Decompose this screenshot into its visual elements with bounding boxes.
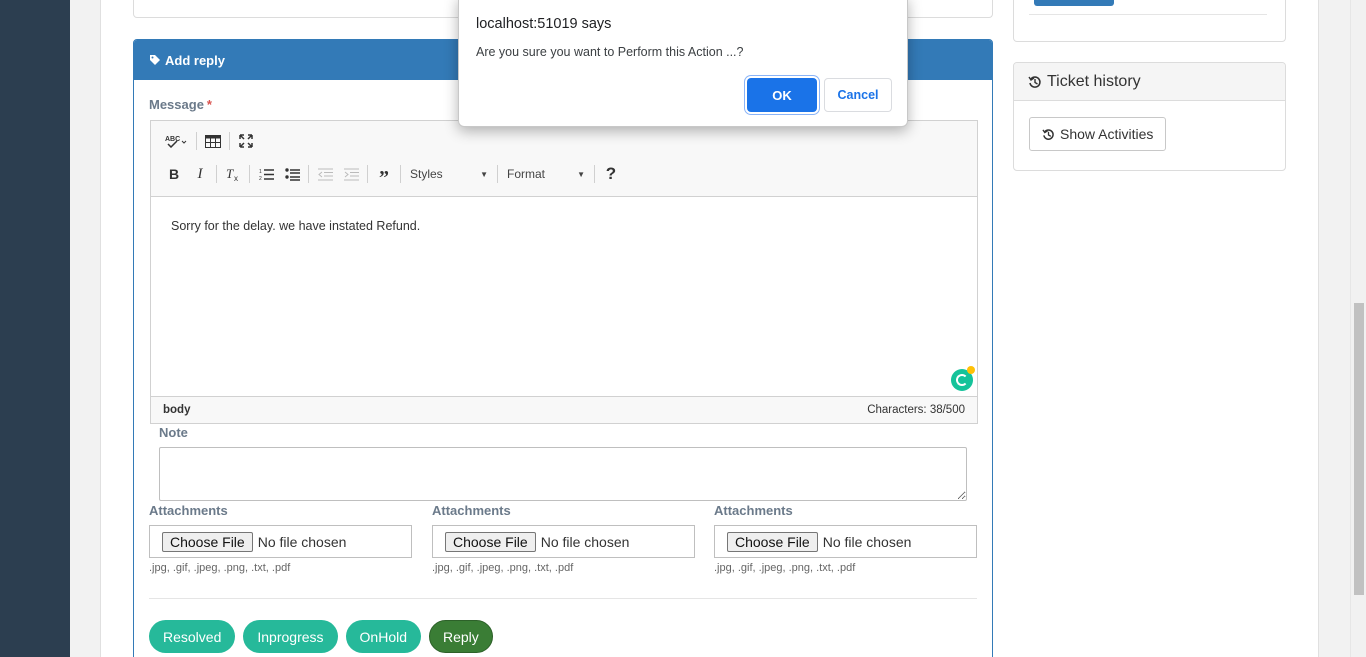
add-reply-title: Add reply [165,52,225,68]
svg-text:ABC: ABC [165,136,180,143]
left-sidebar [0,0,70,657]
table-icon[interactable] [200,129,226,153]
file-types-hint: .jpg, .gif, .jpeg, .png, .txt, .pdf [432,562,574,574]
page-scrollbar[interactable] [1350,0,1366,657]
editor-content[interactable]: Sorry for the delay. we have instated Re… [151,197,977,397]
show-activities-button[interactable]: Show Activities [1029,117,1167,151]
toolbar-separator [497,165,498,183]
attachment-field-2: Attachments Choose File No file chosen .… [432,503,695,574]
cancel-button[interactable]: Cancel [824,78,892,112]
dialog-message: Are you sure you want to Perform this Ac… [476,45,744,59]
svg-text:T: T [226,166,234,181]
message-label: Message * [149,97,212,112]
tag-icon [150,55,160,65]
required-marker: * [206,97,212,112]
chevron-down-icon: ▼ [577,169,585,179]
ticket-history-panel: Ticket history Show Activities [1013,62,1286,171]
side-panel-top [1013,0,1286,42]
svg-text:1: 1 [259,169,262,175]
editor-toolbar: ABC B I Tx 12 ” Styles ▼ Format ▼ ? [151,121,977,197]
maximize-icon[interactable] [233,129,259,153]
toolbar-row-1: ABC [161,129,259,153]
rich-text-editor: ABC B I Tx 12 ” Styles ▼ Format ▼ ? Sorr… [150,120,978,424]
ok-button[interactable]: OK [747,78,817,112]
spellcheck-icon[interactable]: ABC [161,129,193,153]
file-input[interactable]: Choose File No file chosen [432,525,695,558]
toolbar-separator [400,165,401,183]
attachment-field-3: Attachments Choose File No file chosen .… [714,503,977,574]
format-dropdown[interactable]: Format ▼ [501,162,591,186]
remove-format-icon[interactable]: Tx [220,162,246,186]
confirm-dialog: localhost:51019 says Are you sure you wa… [458,0,908,127]
attachments-label: Attachments [149,503,228,518]
toolbar-separator [249,165,250,183]
file-input[interactable]: Choose File No file chosen [149,525,412,558]
toolbar-separator [367,165,368,183]
scrollbar-thumb[interactable] [1354,303,1364,595]
svg-text:x: x [234,174,238,182]
indent-icon[interactable] [338,162,364,186]
editor-status-bar: body Characters: 38/500 [151,396,977,423]
ticket-history-header: Ticket history [1014,63,1285,101]
toolbar-row-2: B I Tx 12 ” Styles ▼ Format ▼ ? [161,162,624,189]
action-buttons: Resolved Inprogress OnHold Reply [149,620,493,653]
toolbar-separator [308,165,309,183]
italic-icon[interactable]: I [187,162,213,186]
help-icon[interactable]: ? [598,162,624,186]
file-types-hint: .jpg, .gif, .jpeg, .png, .txt, .pdf [714,562,856,574]
dialog-title: localhost:51019 says [476,16,612,32]
file-types-hint: .jpg, .gif, .jpeg, .png, .txt, .pdf [149,562,291,574]
toolbar-separator [196,132,197,150]
toolbar-separator [594,165,595,183]
outdent-icon[interactable] [312,162,338,186]
toolbar-separator [216,165,217,183]
attachment-field-1: Attachments Choose File No file chosen .… [149,503,412,574]
blockquote-icon[interactable]: ” [371,162,397,189]
history-icon [1042,128,1054,140]
divider [149,598,977,599]
bulleted-list-icon[interactable] [279,162,305,186]
numbered-list-icon[interactable]: 12 [253,162,279,186]
editor-text: Sorry for the delay. we have instated Re… [171,219,421,233]
add-reply-panel: Add reply Message * ABC B I T x 1 2 ” St… [133,39,993,657]
history-icon [1028,75,1041,88]
file-status: No file chosen [257,533,347,550]
chevron-down-icon: ▼ [480,169,488,179]
notification-dot [967,366,975,374]
file-input[interactable]: Choose File No file chosen [714,525,977,558]
file-status: No file chosen [540,533,630,550]
styles-label: Styles [410,167,443,181]
choose-file-button[interactable]: Choose File [162,531,253,552]
note-textarea[interactable] [159,447,967,501]
note-label: Note [159,425,188,440]
choose-file-button[interactable]: Choose File [445,531,536,552]
onhold-button[interactable]: OnHold [345,620,421,653]
choose-file-button[interactable]: Choose File [727,531,818,552]
toolbar-separator [229,132,230,150]
resolved-button[interactable]: Resolved [149,620,236,653]
bold-icon[interactable]: B [161,162,187,186]
file-status: No file chosen [822,533,912,550]
ticket-history-title: Ticket history [1047,72,1141,90]
grammarly-icon[interactable] [951,366,975,391]
format-label: Format [507,167,546,181]
attachments-label: Attachments [714,503,793,518]
side-panel-button[interactable] [1034,0,1114,6]
show-activities-label: Show Activities [1060,126,1154,142]
styles-dropdown[interactable]: Styles ▼ [404,162,494,186]
character-count: Characters: 38/500 [867,404,965,416]
reply-button[interactable]: Reply [429,620,493,653]
attachments-label: Attachments [432,503,511,518]
svg-text:2: 2 [259,176,262,181]
inprogress-button[interactable]: Inprogress [243,620,338,653]
divider [1029,14,1267,15]
element-path[interactable]: body [163,404,190,416]
